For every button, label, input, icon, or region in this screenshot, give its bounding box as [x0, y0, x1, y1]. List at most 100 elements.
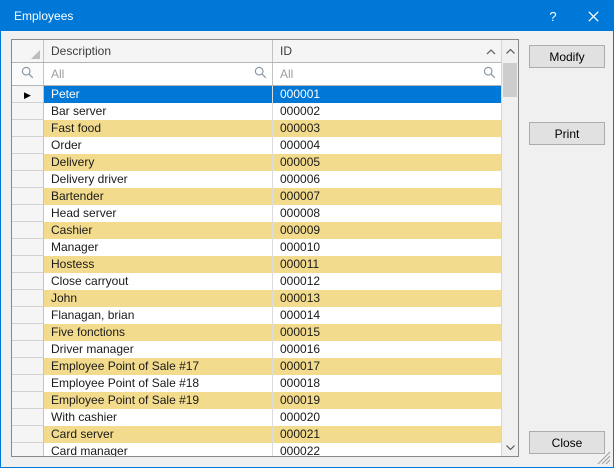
cell-description[interactable]: Close carryout [44, 273, 273, 290]
table-row[interactable]: Bartender 000007 [12, 188, 501, 205]
modify-button[interactable]: Modify [529, 45, 605, 68]
table-row[interactable]: Employee Point of Sale #17 000017 [12, 358, 501, 375]
filter-indicator-cell[interactable] [12, 63, 44, 85]
scrollbar-down-button[interactable] [502, 436, 518, 456]
row-indicator-cell[interactable] [12, 256, 44, 273]
cell-id[interactable]: 000003 [273, 120, 501, 137]
cell-id[interactable]: 000002 [273, 103, 501, 120]
row-indicator-cell[interactable]: ▶ [12, 86, 44, 103]
cell-id[interactable]: 000022 [273, 443, 501, 456]
cell-id[interactable]: 000014 [273, 307, 501, 324]
cell-id[interactable]: 000006 [273, 171, 501, 188]
row-indicator-cell[interactable] [12, 188, 44, 205]
row-indicator-cell[interactable] [12, 290, 44, 307]
row-indicator-cell[interactable] [12, 375, 44, 392]
filter-input-id[interactable]: All [273, 63, 501, 85]
column-header-description[interactable]: Description [44, 40, 273, 62]
table-row[interactable]: Five fonctions 000015 [12, 324, 501, 341]
cell-description[interactable]: Bar server [44, 103, 273, 120]
column-header-id[interactable]: ID [273, 40, 501, 62]
row-indicator-cell[interactable] [12, 171, 44, 188]
table-row[interactable]: Employee Point of Sale #19 000019 [12, 392, 501, 409]
table-row[interactable]: Driver manager 000016 [12, 341, 501, 358]
row-indicator-cell[interactable] [12, 205, 44, 222]
table-row[interactable]: Delivery 000005 [12, 154, 501, 171]
close-window-button[interactable] [573, 1, 613, 31]
table-row[interactable]: Hostess 000011 [12, 256, 501, 273]
cell-description[interactable]: Fast food [44, 120, 273, 137]
row-indicator-cell[interactable] [12, 341, 44, 358]
table-row[interactable]: Order 000004 [12, 137, 501, 154]
scrollbar-thumb[interactable] [503, 63, 517, 97]
cell-id[interactable]: 000013 [273, 290, 501, 307]
cell-description[interactable]: Delivery [44, 154, 273, 171]
help-button[interactable]: ? [533, 1, 573, 31]
table-row[interactable]: Close carryout 000012 [12, 273, 501, 290]
cell-id[interactable]: 000005 [273, 154, 501, 171]
cell-description[interactable]: Delivery driver [44, 171, 273, 188]
table-row[interactable]: Head server 000008 [12, 205, 501, 222]
cell-id[interactable]: 000011 [273, 256, 501, 273]
cell-id[interactable]: 000009 [273, 222, 501, 239]
row-indicator-cell[interactable] [12, 307, 44, 324]
cell-description[interactable]: Five fonctions [44, 324, 273, 341]
cell-id[interactable]: 000007 [273, 188, 501, 205]
row-indicator-cell[interactable] [12, 120, 44, 137]
cell-id[interactable]: 000019 [273, 392, 501, 409]
cell-id[interactable]: 000017 [273, 358, 501, 375]
cell-description[interactable]: Card manager [44, 443, 273, 456]
cell-description[interactable]: Driver manager [44, 341, 273, 358]
row-indicator-cell[interactable] [12, 443, 44, 456]
cell-description[interactable]: Head server [44, 205, 273, 222]
table-row[interactable]: Cashier 000009 [12, 222, 501, 239]
print-button[interactable]: Print [529, 122, 605, 145]
row-indicator-cell[interactable] [12, 392, 44, 409]
cell-id[interactable]: 000008 [273, 205, 501, 222]
table-row[interactable]: John 000013 [12, 290, 501, 307]
table-row[interactable]: Delivery driver 000006 [12, 171, 501, 188]
cell-id[interactable]: 000021 [273, 426, 501, 443]
cell-description[interactable]: Peter [44, 86, 273, 103]
cell-description[interactable]: Bartender [44, 188, 273, 205]
cell-description[interactable]: Employee Point of Sale #18 [44, 375, 273, 392]
row-indicator-cell[interactable] [12, 324, 44, 341]
row-indicator-cell[interactable] [12, 239, 44, 256]
cell-id[interactable]: 000004 [273, 137, 501, 154]
table-row[interactable]: Card server 000021 [12, 426, 501, 443]
row-indicator-cell[interactable] [12, 409, 44, 426]
cell-description[interactable]: Employee Point of Sale #17 [44, 358, 273, 375]
select-all-corner[interactable] [12, 40, 44, 62]
row-indicator-cell[interactable] [12, 358, 44, 375]
cell-id[interactable]: 000012 [273, 273, 501, 290]
table-row[interactable]: Flanagan, brian 000014 [12, 307, 501, 324]
table-row[interactable]: Bar server 000002 [12, 103, 501, 120]
table-row[interactable]: Card manager 000022 [12, 443, 501, 456]
cell-description[interactable]: Manager [44, 239, 273, 256]
table-row[interactable]: Employee Point of Sale #18 000018 [12, 375, 501, 392]
table-row[interactable]: Manager 000010 [12, 239, 501, 256]
cell-id[interactable]: 000001 [273, 86, 501, 103]
row-indicator-cell[interactable] [12, 154, 44, 171]
cell-description[interactable]: Order [44, 137, 273, 154]
cell-description[interactable]: Flanagan, brian [44, 307, 273, 324]
cell-id[interactable]: 000010 [273, 239, 501, 256]
cell-id[interactable]: 000016 [273, 341, 501, 358]
row-indicator-cell[interactable] [12, 103, 44, 120]
row-indicator-cell[interactable] [12, 426, 44, 443]
vertical-scrollbar[interactable] [501, 40, 518, 456]
scrollbar-up-button[interactable] [502, 40, 518, 60]
resize-grip[interactable] [597, 451, 610, 464]
row-indicator-cell[interactable] [12, 137, 44, 154]
close-button[interactable]: Close [529, 431, 605, 454]
row-indicator-cell[interactable] [12, 222, 44, 239]
cell-description[interactable]: Employee Point of Sale #19 [44, 392, 273, 409]
cell-id[interactable]: 000018 [273, 375, 501, 392]
table-row[interactable]: ▶ Peter 000001 [12, 86, 501, 103]
cell-description[interactable]: Card server [44, 426, 273, 443]
cell-id[interactable]: 000020 [273, 409, 501, 426]
cell-description[interactable]: Cashier [44, 222, 273, 239]
cell-description[interactable]: With cashier [44, 409, 273, 426]
row-indicator-cell[interactable] [12, 273, 44, 290]
table-row[interactable]: With cashier 000020 [12, 409, 501, 426]
cell-description[interactable]: John [44, 290, 273, 307]
